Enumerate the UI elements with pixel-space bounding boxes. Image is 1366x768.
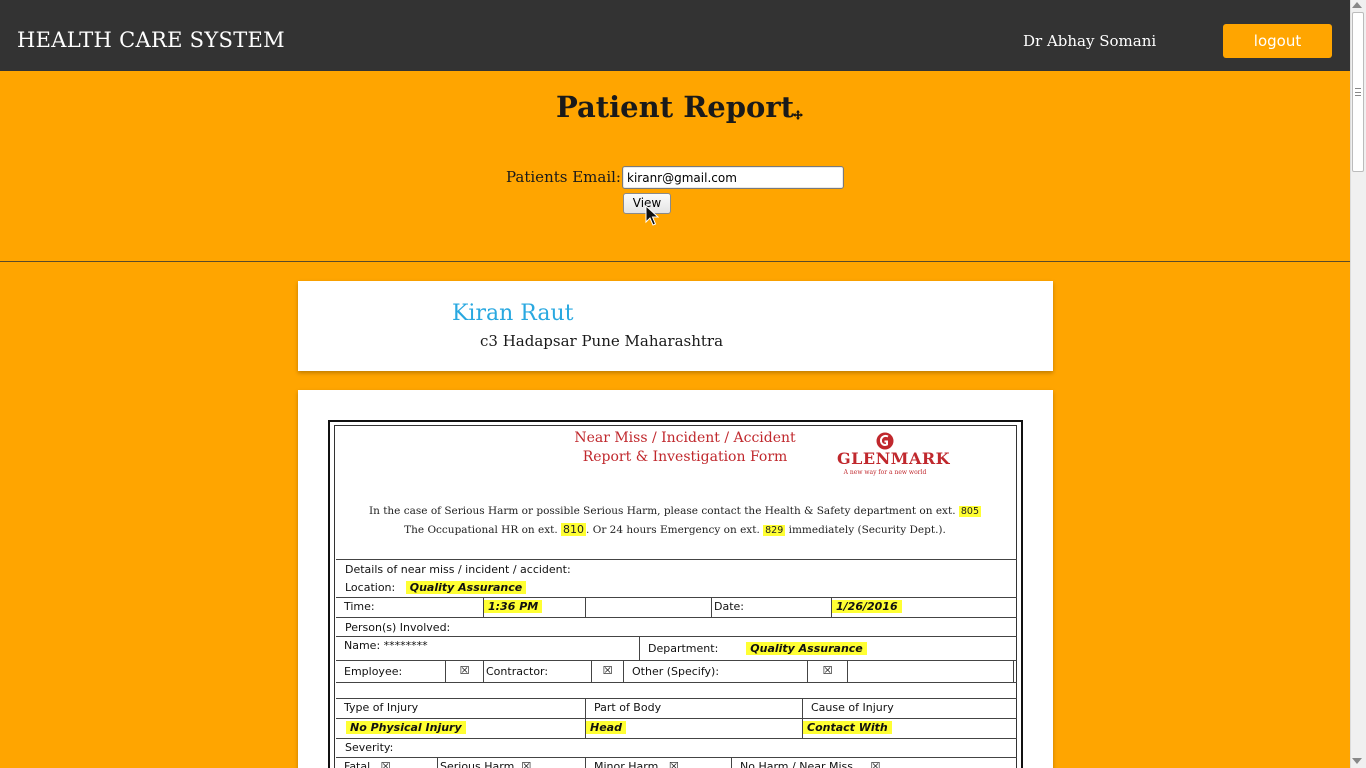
cause-injury-label: Cause of Injury bbox=[811, 701, 894, 714]
name-label: Name: ******** bbox=[336, 637, 640, 660]
scroll-down-arrow-icon[interactable] bbox=[1352, 758, 1362, 764]
date-label: Date: bbox=[712, 598, 832, 617]
patient-info-card: Kiran Raut c3 Hadapsar Pune Maharashtra bbox=[298, 281, 1053, 371]
fatal-checkbox-icon: ☒ bbox=[380, 760, 391, 768]
contractor-label: Contractor: bbox=[484, 661, 592, 682]
type-injury-label: Type of Injury bbox=[336, 699, 586, 718]
scroll-grip-icon bbox=[1355, 88, 1361, 96]
patient-name: Kiran Raut bbox=[452, 301, 574, 326]
person-type-row: Employee: ☒ Contractor: ☒ Other (Specify… bbox=[336, 660, 1017, 682]
location-label: Location: bbox=[345, 581, 396, 594]
injury-header-row: Type of Injury Part of Body Cause of Inj… bbox=[336, 698, 1017, 718]
serious-harm-label: Serious Harm bbox=[440, 760, 515, 768]
mouse-pointer-icon bbox=[645, 205, 659, 226]
minor-harm-checkbox-icon: ☒ bbox=[668, 760, 679, 768]
time-date-row: Time: 1:36 PM Date: 1/26/2016 bbox=[336, 597, 1017, 617]
scroll-up-arrow-icon[interactable] bbox=[1352, 2, 1362, 8]
type-injury-value: No Physical Injury bbox=[346, 721, 466, 734]
department-value: Quality Assurance bbox=[746, 642, 867, 655]
move-cursor-icon bbox=[793, 110, 803, 120]
part-body-label: Part of Body bbox=[586, 699, 803, 718]
glenmark-logo: GLENMARK A new way for a new world bbox=[837, 432, 950, 476]
other-checkbox-icon: ☒ bbox=[822, 664, 833, 677]
name-department-row: Name: ******** Department: Quality Assur… bbox=[336, 636, 1017, 660]
emergency-notice: In the case of Serious Harm or possible … bbox=[368, 505, 982, 536]
report-document-card: Near Miss / Incident / Accident Report &… bbox=[298, 390, 1053, 768]
serious-harm-checkbox-icon: ☒ bbox=[521, 760, 532, 768]
part-body-value: Head bbox=[586, 721, 626, 734]
details-row: Details of near miss / incident / accide… bbox=[336, 559, 1017, 597]
app-title: HEALTH CARE SYSTEM bbox=[17, 28, 285, 52]
user-name: Dr Abhay Somani bbox=[1023, 32, 1157, 50]
minor-harm-label: Minor Harm bbox=[594, 760, 659, 768]
time-value: 1:36 PM bbox=[484, 600, 543, 613]
injury-values-row: No Physical Injury Head Contact With bbox=[336, 718, 1017, 738]
employee-checkbox-icon: ☒ bbox=[459, 664, 470, 677]
time-label: Time: bbox=[336, 598, 484, 617]
persons-row: Person(s) Involved: bbox=[336, 617, 1017, 636]
no-harm-label: No Harm / Near Miss bbox=[740, 760, 853, 768]
other-label: Other (Specify): bbox=[624, 661, 808, 682]
severity-label: Severity: bbox=[345, 741, 394, 754]
logout-button[interactable]: logout bbox=[1223, 24, 1332, 58]
form-title: Near Miss / Incident / Accident Report &… bbox=[574, 430, 796, 465]
incident-report-form-image: Near Miss / Incident / Accident Report &… bbox=[328, 420, 1023, 768]
persons-label: Person(s) Involved: bbox=[345, 621, 451, 634]
department-label: Department: bbox=[648, 642, 719, 655]
details-label: Details of near miss / incident / accide… bbox=[345, 563, 571, 576]
section-divider bbox=[0, 261, 1350, 262]
contractor-checkbox-icon: ☒ bbox=[602, 664, 613, 677]
employee-label: Employee: bbox=[336, 661, 446, 682]
page-title: Patient Report bbox=[555, 90, 795, 124]
fatal-label: Fatal bbox=[344, 760, 371, 768]
severity-options-row: Fatal ☒ Serious Harm ☒ Minor Harm ☒ No H… bbox=[336, 757, 1017, 768]
location-value: Quality Assurance bbox=[405, 581, 527, 594]
no-harm-checkbox-icon: ☒ bbox=[870, 760, 881, 768]
glenmark-logo-icon bbox=[876, 432, 894, 450]
patient-email-input[interactable] bbox=[622, 166, 844, 189]
email-label: Patients Email: bbox=[506, 168, 621, 186]
cause-injury-value: Contact With bbox=[803, 721, 892, 734]
patient-address: c3 Hadapsar Pune Maharashtra bbox=[480, 332, 724, 350]
top-navbar: HEALTH CARE SYSTEM Dr Abhay Somani logou… bbox=[0, 0, 1350, 71]
date-value: 1/26/2016 bbox=[832, 600, 902, 613]
severity-row: Severity: bbox=[336, 738, 1017, 757]
